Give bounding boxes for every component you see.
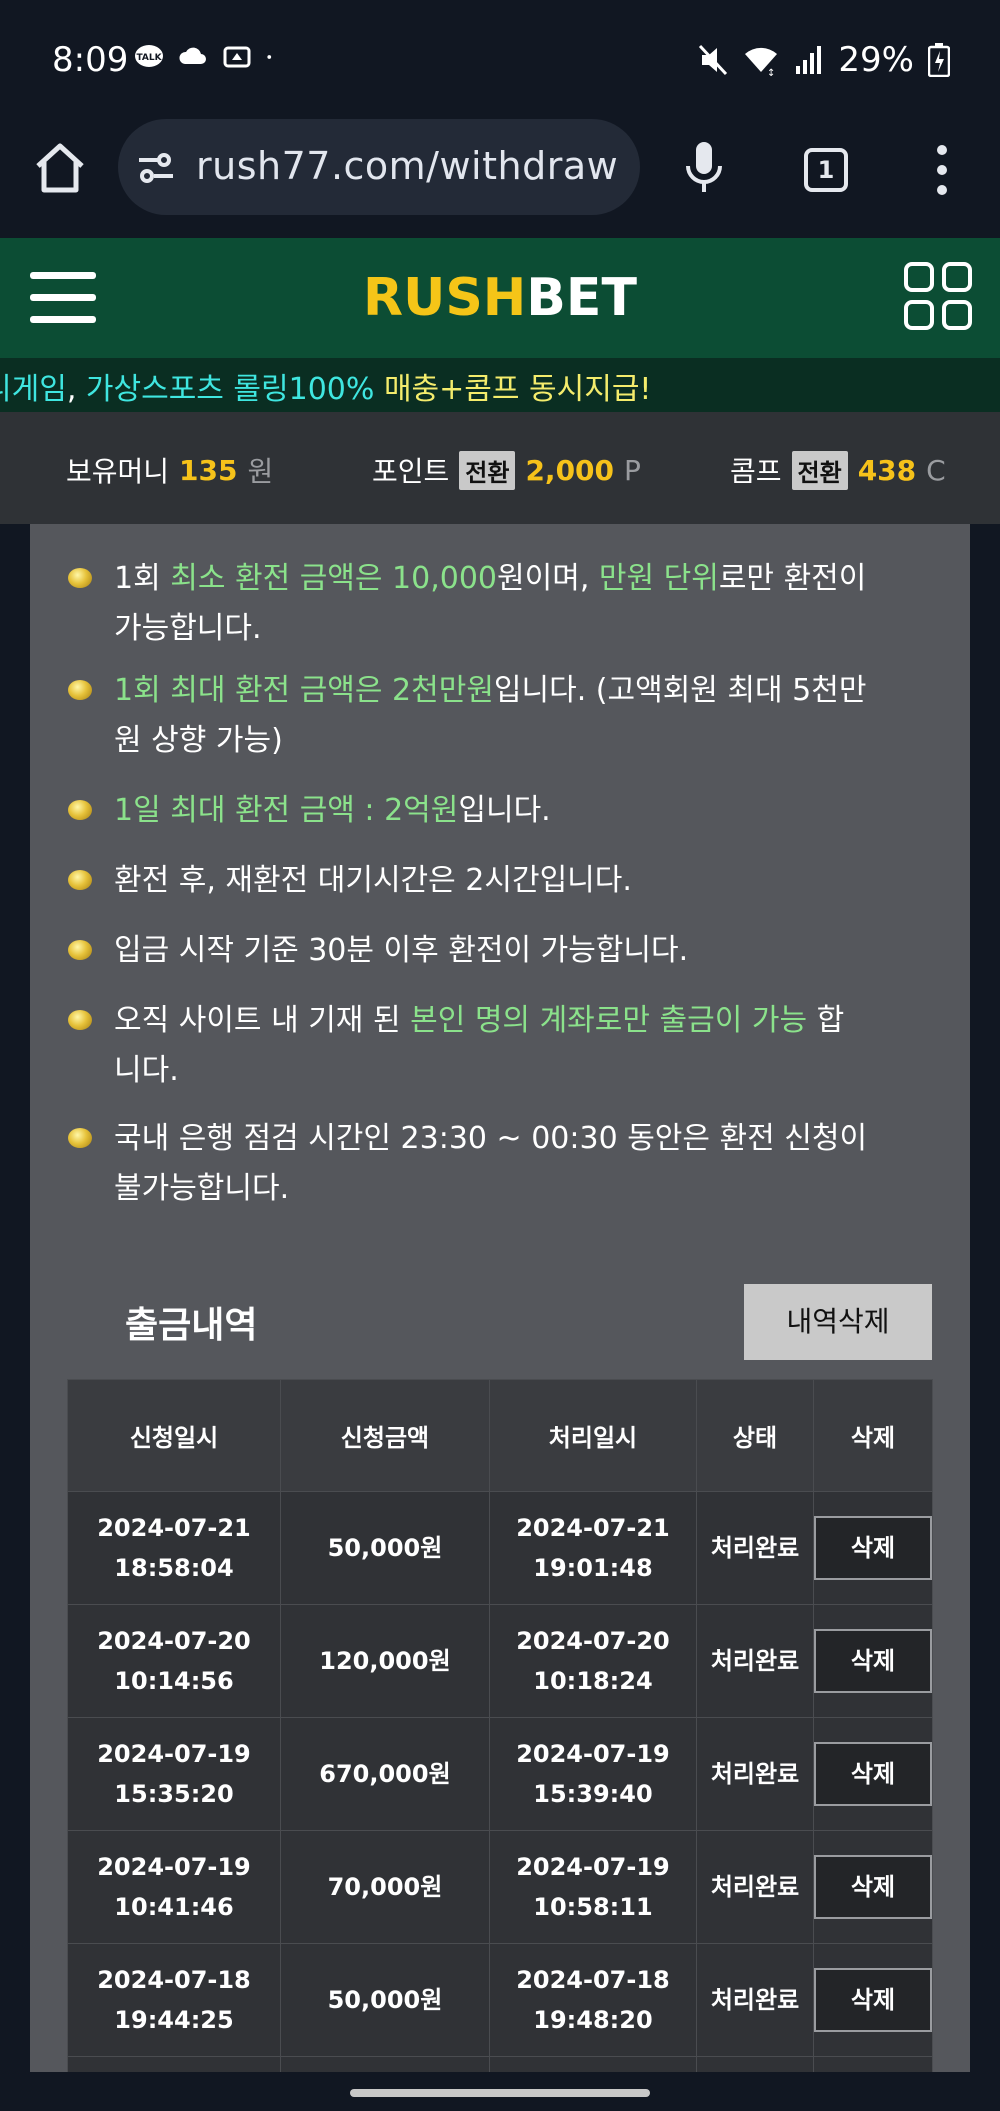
notice-item: 1회 최대 환전 금액은 2천만원입니다. (고액회원 최대 5천만 원 상향 가… bbox=[68, 666, 948, 766]
page-gutter-right bbox=[970, 524, 1000, 2072]
process-datetime: 2024-07-20 10:18:24 bbox=[488, 1604, 698, 1718]
row-delete-button[interactable]: 삭제 bbox=[813, 1855, 932, 1919]
request-amount: 50,000원 bbox=[280, 1943, 490, 2057]
notice-item: 오직 사이트 내 기재 된 본인 명의 계좌로만 출금이 가능 합 니다. bbox=[68, 996, 948, 1096]
talk-icon: TALK bbox=[135, 45, 163, 67]
battery-icon bbox=[928, 43, 950, 77]
col-header: 삭제 bbox=[812, 1379, 934, 1492]
notice-item: 입금 시작 기준 30분 이후 환전이 가능합니다. bbox=[68, 926, 948, 976]
bullet-icon bbox=[68, 680, 92, 700]
status-cell: 처리완료 bbox=[696, 1717, 814, 1831]
withdraw-history-table: 신청일시 신청금액 처리일시 상태 삭제 2024-07-21 18:58:04 … bbox=[67, 1379, 934, 2072]
notice-item: 1회 최소 환전 금액은 10,000원이며, 만원 단위로만 환전이 가능합니다… bbox=[68, 554, 948, 654]
process-datetime: 2024-07-19 15:39:40 bbox=[488, 1717, 698, 1831]
home-gesture-handle[interactable] bbox=[350, 2089, 650, 2097]
status-cell: 처리완료 bbox=[696, 1943, 814, 2057]
promo-marquee: 니게임, 가상스포츠 롤링100% 매충+콤프 동시지급! bbox=[0, 358, 1000, 412]
request-amount: 120,000원 bbox=[280, 1604, 490, 1718]
col-header: 신청금액 bbox=[280, 1379, 490, 1492]
table-row: 2024-07-19 15:35:20 670,000원 2024-07-19 15… bbox=[67, 1717, 934, 1831]
signal-icon bbox=[796, 46, 822, 74]
bullet-icon bbox=[68, 940, 92, 960]
request-amount: 670,000원 bbox=[280, 1717, 490, 1831]
delete-cell: 삭제 bbox=[812, 1943, 934, 2057]
process-datetime: 2024-07-19 10:58:11 bbox=[488, 1830, 698, 1944]
bullet-icon bbox=[68, 1010, 92, 1030]
cloud-icon bbox=[179, 47, 206, 64]
request-datetime: 2024-07-19 15:35:20 bbox=[67, 1717, 281, 1831]
status-cell: 처리완료 bbox=[696, 1491, 814, 1605]
request-amount: 50,000원 bbox=[280, 1491, 490, 1605]
table-row: 2024-07-21 18:58:04 50,000원 2024-07-21 19:… bbox=[67, 1491, 934, 1605]
history-title: 출금내역 bbox=[125, 1305, 258, 1346]
delete-cell: 삭제 bbox=[812, 1717, 934, 1831]
mute-icon bbox=[699, 44, 728, 76]
bullet-icon bbox=[68, 800, 92, 820]
marquee-text: 니게임, 가상스포츠 롤링100% 매충+콤프 동시지급! bbox=[0, 372, 652, 407]
system-nav-bar bbox=[0, 2072, 1000, 2111]
request-datetime: 2024-07-19 10:41:46 bbox=[67, 1830, 281, 1944]
row-delete-button[interactable]: 삭제 bbox=[813, 1516, 932, 1580]
status-time: 8:09 bbox=[52, 40, 129, 80]
table-row: 2024-07-19 10:41:46 70,000원 2024-07-19 10:… bbox=[67, 1830, 934, 1944]
url-text[interactable]: rush77.com/withdraw bbox=[196, 144, 618, 188]
status-left-icons: TALK bbox=[134, 44, 280, 70]
battery-percent: 29% bbox=[838, 40, 914, 80]
row-delete-button[interactable]: 삭제 bbox=[813, 1968, 932, 2032]
table-header-row: 신청일시 신청금액 처리일시 상태 삭제 bbox=[67, 1379, 934, 1492]
grid-menu-icon[interactable] bbox=[904, 262, 976, 334]
drive-icon bbox=[223, 46, 251, 68]
bullet-icon bbox=[68, 870, 92, 890]
col-header: 처리일시 bbox=[488, 1379, 698, 1492]
status-right: ↕ 29% bbox=[698, 40, 950, 80]
bullet-icon bbox=[68, 1128, 92, 1148]
bullet-icon bbox=[68, 568, 92, 588]
wifi-icon: ↕ bbox=[745, 47, 778, 76]
home-icon[interactable] bbox=[32, 140, 88, 196]
point-convert-button[interactable]: 전환 bbox=[459, 450, 516, 490]
delete-cell: 삭제 bbox=[812, 1491, 934, 1605]
balance-bar: 보유머니 135 원 포인트 전환 2,000 P 콤프 전환 438 C bbox=[0, 412, 1000, 524]
status-bar: 8:09 TALK ↕ 29% bbox=[0, 0, 1000, 116]
site-header: RUSHBET bbox=[0, 238, 1000, 358]
notice-item: 환전 후, 재환전 대기시간은 2시간입니다. bbox=[68, 856, 948, 906]
process-datetime: 2024-07-21 19:01:48 bbox=[488, 1491, 698, 1605]
request-datetime: 2024-07-21 18:58:04 bbox=[67, 1491, 281, 1605]
request-datetime: 2024-07-18 19:44:25 bbox=[67, 1943, 281, 2057]
notice-item: 1일 최대 환전 금액 : 2억원입니다. bbox=[68, 786, 948, 836]
notice-item: 국내 은행 점검 시간인 23:30 ~ 00:30 동안은 환전 신청이 불가능… bbox=[68, 1114, 948, 1214]
table-row: 2024-07-20 10:14:56 120,000원 2024-07-20 10… bbox=[67, 1604, 934, 1718]
col-header: 상태 bbox=[696, 1379, 814, 1492]
withdraw-content: 1회 최소 환전 금액은 10,000원이며, 만원 단위로만 환전이 가능합니다… bbox=[30, 524, 970, 2072]
request-datetime: 2024-07-20 10:14:56 bbox=[67, 1604, 281, 1718]
point-balance: 포인트 전환 2,000 P bbox=[372, 450, 641, 490]
status-cell: 처리완료 bbox=[696, 1830, 814, 1944]
dot-icon bbox=[267, 55, 272, 59]
comp-balance: 콤프 전환 438 C bbox=[730, 450, 946, 490]
delete-cell: 삭제 bbox=[812, 1830, 934, 1944]
more-menu-icon[interactable] bbox=[934, 144, 950, 196]
microphone-icon[interactable] bbox=[684, 140, 724, 196]
delete-history-button[interactable]: 내역삭제 bbox=[744, 1284, 932, 1360]
page-gutter-left bbox=[0, 524, 30, 2072]
tab-switcher-button[interactable]: 1 bbox=[804, 148, 848, 192]
site-settings-icon[interactable] bbox=[136, 148, 176, 188]
site-logo[interactable]: RUSHBET bbox=[0, 268, 1000, 328]
status-cell: 처리완료 bbox=[696, 1604, 814, 1718]
browser-toolbar: rush77.com/withdraw 1 bbox=[0, 116, 1000, 236]
svg-text:TALK: TALK bbox=[136, 53, 162, 63]
table-row bbox=[67, 2056, 934, 2072]
process-datetime: 2024-07-18 19:48:20 bbox=[488, 1943, 698, 2057]
col-header: 신청일시 bbox=[67, 1379, 281, 1492]
row-delete-button[interactable]: 삭제 bbox=[813, 1629, 932, 1693]
request-amount: 70,000원 bbox=[280, 1830, 490, 1944]
svg-text:↕: ↕ bbox=[767, 68, 775, 76]
money-balance: 보유머니 135 원 bbox=[66, 453, 274, 489]
table-row: 2024-07-18 19:44:25 50,000원 2024-07-18 19:… bbox=[67, 1943, 934, 2057]
delete-cell: 삭제 bbox=[812, 1604, 934, 1718]
row-delete-button[interactable]: 삭제 bbox=[813, 1742, 932, 1806]
comp-convert-button[interactable]: 전환 bbox=[791, 450, 848, 490]
